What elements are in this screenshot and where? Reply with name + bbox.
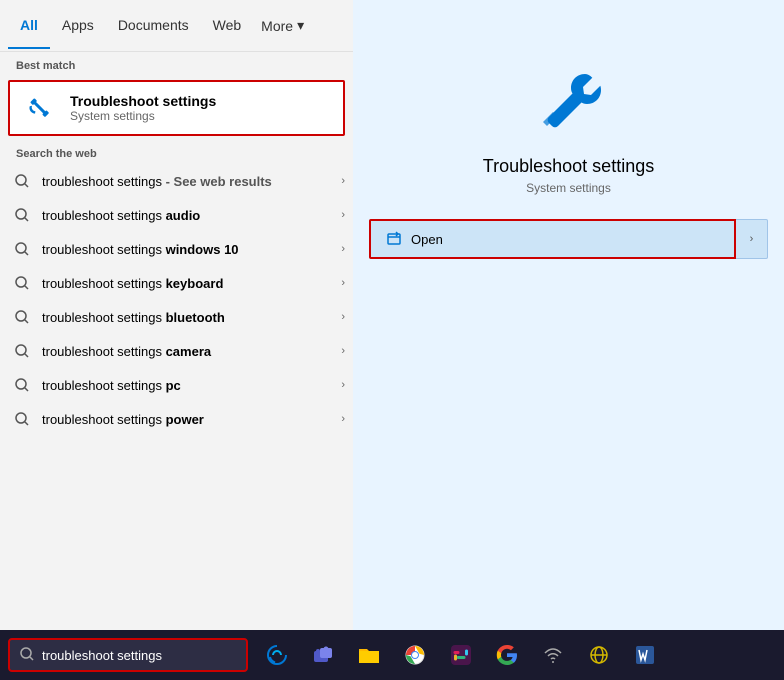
app-title: Troubleshoot settings (483, 156, 654, 177)
result-arrow-keyboard: › (341, 277, 345, 289)
tab-web[interactable]: Web (201, 3, 254, 49)
result-text-power: troubleshoot settings power (42, 412, 331, 427)
slack-icon[interactable] (440, 634, 482, 676)
result-item-web[interactable]: troubleshoot settings - See web results … (0, 164, 353, 198)
result-arrow-web: › (341, 175, 345, 187)
left-panel: All Apps Documents Web More ▾ N ··· ✕ (0, 0, 353, 630)
wrench-icon (22, 90, 58, 126)
result-item-win10[interactable]: troubleshoot settings windows 10 › (0, 232, 353, 266)
tab-all[interactable]: All (8, 3, 50, 49)
result-text-pc: troubleshoot settings pc (42, 378, 331, 393)
best-match-label: Best match (0, 52, 353, 76)
best-match-item[interactable]: Troubleshoot settings System settings (8, 80, 345, 136)
tab-documents[interactable]: Documents (106, 3, 201, 49)
result-arrow-bluetooth: › (341, 311, 345, 323)
taskbar-search-text: troubleshoot settings (42, 648, 162, 663)
search-icon-4 (12, 273, 32, 293)
result-arrow-audio: › (341, 209, 345, 221)
word-icon[interactable] (624, 634, 666, 676)
result-text-web: troubleshoot settings - See web results (42, 174, 331, 189)
result-item-power[interactable]: troubleshoot settings power › (0, 402, 353, 436)
teams-icon[interactable] (302, 634, 344, 676)
taskbar-icons (256, 634, 666, 676)
result-item-pc[interactable]: troubleshoot settings pc › (0, 368, 353, 402)
result-item-audio[interactable]: troubleshoot settings audio › (0, 198, 353, 232)
result-text-audio: troubleshoot settings audio (42, 208, 331, 223)
result-text-win10: troubleshoot settings windows 10 (42, 242, 331, 257)
result-item-camera[interactable]: troubleshoot settings camera › (0, 334, 353, 368)
file-explorer-icon[interactable] (348, 634, 390, 676)
open-label: Open (411, 232, 443, 247)
result-arrow-power: › (341, 413, 345, 425)
search-icon (12, 171, 32, 191)
tab-more-label: More (261, 18, 293, 34)
open-btn-row: Open › (369, 219, 768, 259)
search-icon-7 (12, 375, 32, 395)
result-arrow-pc: › (341, 379, 345, 391)
open-dropdown-arrow[interactable]: › (736, 219, 768, 259)
open-button[interactable]: Open (369, 219, 736, 259)
tab-more[interactable]: More ▾ (253, 3, 312, 48)
taskbar-search-box[interactable]: troubleshoot settings (8, 638, 248, 672)
search-icon-5 (12, 307, 32, 327)
result-item-bluetooth[interactable]: troubleshoot settings bluetooth › (0, 300, 353, 334)
app-subtitle: System settings (526, 181, 611, 195)
search-icon-2 (12, 205, 32, 225)
taskbar: troubleshoot settings (0, 630, 784, 680)
open-icon (387, 231, 403, 247)
result-item-keyboard[interactable]: troubleshoot settings keyboard › (0, 266, 353, 300)
app-icon-large (529, 60, 609, 140)
web-icon[interactable] (578, 634, 620, 676)
dropdown-chevron-icon: › (750, 233, 754, 245)
best-match-title: Troubleshoot settings (70, 93, 216, 109)
taskbar-search-icon (20, 647, 34, 664)
result-text-camera: troubleshoot settings camera (42, 344, 331, 359)
best-match-subtitle: System settings (70, 109, 216, 123)
network-icon[interactable] (532, 634, 574, 676)
edge-icon[interactable] (256, 634, 298, 676)
chevron-down-icon: ▾ (297, 17, 304, 34)
search-icon-3 (12, 239, 32, 259)
tab-apps[interactable]: Apps (50, 3, 106, 49)
right-panel: Troubleshoot settings System settings Op… (353, 0, 784, 630)
result-text-bluetooth: troubleshoot settings bluetooth (42, 310, 331, 325)
start-menu: All Apps Documents Web More ▾ N ··· ✕ (0, 0, 784, 630)
result-arrow-win10: › (341, 243, 345, 255)
result-text-keyboard: troubleshoot settings keyboard (42, 276, 331, 291)
chrome-icon[interactable] (394, 634, 436, 676)
best-match-text: Troubleshoot settings System settings (70, 93, 216, 123)
google-icon[interactable] (486, 634, 528, 676)
search-icon-6 (12, 341, 32, 361)
tabs-bar: All Apps Documents Web More ▾ N ··· ✕ (0, 0, 353, 52)
search-icon-8 (12, 409, 32, 429)
search-web-label: Search the web (0, 140, 353, 164)
result-arrow-camera: › (341, 345, 345, 357)
